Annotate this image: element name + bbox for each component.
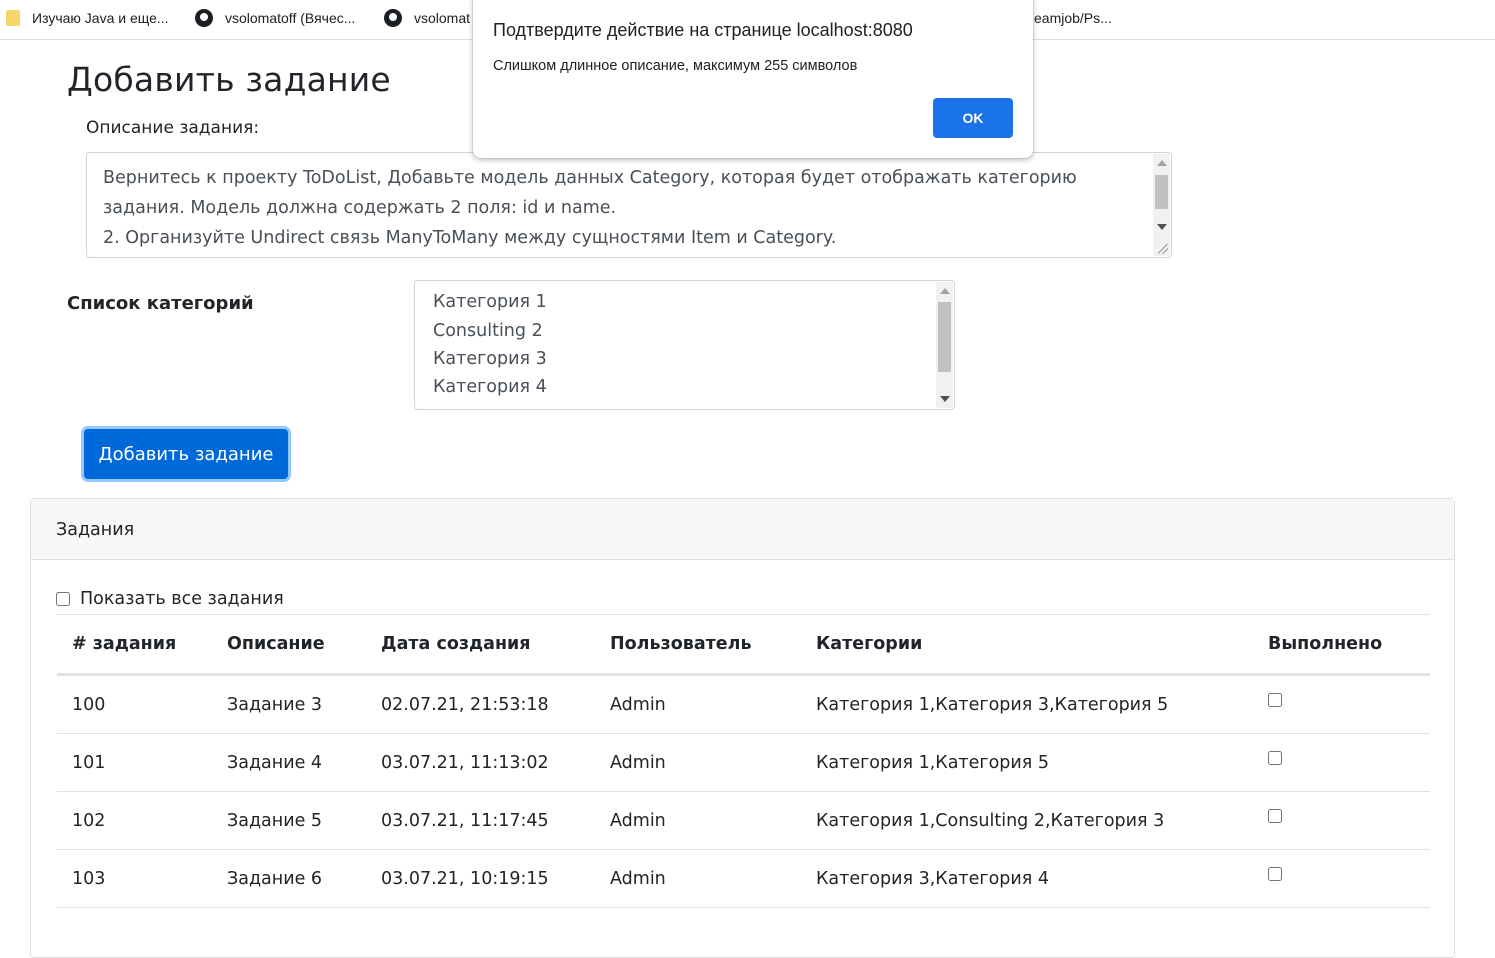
bookmark-label: vsolomat [414, 10, 471, 26]
category-option[interactable]: Consulting 2 [433, 321, 543, 341]
task-done-checkbox[interactable] [1268, 692, 1282, 707]
task-done-checkbox[interactable] [1268, 750, 1282, 765]
page-title: Добавить задание [67, 60, 391, 99]
task-user: Admin [595, 674, 801, 734]
description-text: Вернитесь к проекту ToDoList, Добавьте м… [103, 168, 1077, 248]
column-header-categories: Категории [801, 614, 1253, 676]
categories-label: Список категорий [67, 293, 254, 314]
column-header-done: Выполнено [1253, 614, 1430, 676]
task-id: 100 [57, 674, 212, 734]
category-option[interactable]: Категория 3 [433, 349, 547, 369]
card-header: Задания [31, 499, 1454, 560]
bookmark-github-1[interactable]: vsolomatoff (Вячес... [195, 8, 355, 28]
task-description: Задание 4 [212, 733, 366, 792]
scroll-thumb[interactable] [938, 302, 951, 372]
task-id: 102 [57, 791, 212, 850]
scroll-up-icon[interactable] [940, 288, 950, 294]
task-done-cell [1253, 674, 1430, 734]
categories-select[interactable]: Категория 1 Consulting 2 Категория 3 Кат… [414, 280, 955, 410]
bookmark-label: Изучаю Java и еще... [32, 10, 169, 26]
github-icon [384, 9, 402, 27]
task-categories: Категория 1,Категория 5 [801, 733, 1253, 792]
scroll-up-icon[interactable] [1157, 160, 1167, 166]
tasks-table: # задания Описание Дата создания Пользов… [57, 614, 1430, 908]
task-description: Задание 6 [212, 849, 366, 908]
column-header-description: Описание [212, 614, 366, 676]
column-header-id: # задания [57, 614, 212, 676]
show-all-toggle[interactable]: Показать все задания [56, 589, 284, 609]
task-description: Задание 5 [212, 791, 366, 850]
ok-button[interactable]: OK [933, 98, 1013, 138]
task-created: 03.07.21, 10:19:15 [366, 849, 595, 908]
categories-scrollbar[interactable] [936, 282, 953, 408]
task-id: 103 [57, 849, 212, 908]
show-all-label: Показать все задания [80, 589, 284, 609]
table-row: 101 Задание 4 03.07.21, 11:13:02 Admin К… [57, 733, 1430, 792]
column-header-user: Пользователь [595, 614, 801, 676]
task-description: Задание 3 [212, 674, 366, 734]
description-scrollbar[interactable] [1153, 154, 1170, 256]
scroll-down-icon[interactable] [1157, 224, 1167, 230]
table-row: 103 Задание 6 03.07.21, 10:19:15 Admin К… [57, 849, 1430, 908]
category-option[interactable]: Категория 1 [433, 292, 547, 312]
bookmark-label: eamjob/Ps... [1034, 10, 1112, 26]
resize-grip-icon[interactable] [1158, 244, 1168, 254]
task-done-cell [1253, 733, 1430, 792]
task-categories: Категория 3,Категория 4 [801, 849, 1253, 908]
task-done-cell [1253, 849, 1430, 908]
task-id: 101 [57, 733, 212, 792]
task-user: Admin [595, 733, 801, 792]
category-option[interactable]: Категория 4 [433, 377, 547, 397]
task-created: 03.07.21, 11:17:45 [366, 791, 595, 850]
scroll-thumb[interactable] [1155, 175, 1168, 209]
show-all-checkbox[interactable] [56, 592, 70, 606]
dialog-title: Подтвердите действие на странице localho… [493, 20, 913, 40]
bookmark-other[interactable]: eamjob/Ps... [1034, 8, 1112, 28]
add-task-button[interactable]: Добавить задание [84, 429, 288, 479]
bookmark-folder[interactable]: Изучаю Java и еще... [6, 8, 169, 28]
tasks-card: Задания Показать все задания # задания О… [30, 498, 1455, 958]
scroll-down-icon[interactable] [940, 396, 950, 402]
task-done-checkbox[interactable] [1268, 808, 1282, 823]
table-row: 102 Задание 5 03.07.21, 11:17:45 Admin К… [57, 791, 1430, 850]
github-icon [195, 9, 213, 27]
bookmark-label: vsolomatoff (Вячес... [225, 10, 356, 26]
task-categories: Категория 1,Категория 3,Категория 5 [801, 674, 1253, 734]
table-header-row: # задания Описание Дата создания Пользов… [57, 614, 1430, 676]
dialog-message: Слишком длинное описание, максимум 255 с… [493, 58, 858, 74]
folder-icon [6, 10, 20, 26]
task-done-checkbox[interactable] [1268, 866, 1282, 881]
task-user: Admin [595, 849, 801, 908]
task-created: 02.07.21, 21:53:18 [366, 674, 595, 734]
column-header-created: Дата создания [366, 614, 595, 676]
confirm-dialog: Подтвердите действие на странице localho… [473, 0, 1033, 158]
card-title: Задания [56, 520, 135, 540]
bookmark-github-2[interactable]: vsolomat [384, 8, 470, 28]
table-row: 100 Задание 3 02.07.21, 21:53:18 Admin К… [57, 674, 1430, 734]
task-user: Admin [595, 791, 801, 850]
task-created: 03.07.21, 11:13:02 [366, 733, 595, 792]
description-textarea[interactable]: Вернитесь к проекту ToDoList, Добавьте м… [86, 152, 1172, 258]
task-done-cell [1253, 791, 1430, 850]
task-categories: Категория 1,Consulting 2,Категория 3 [801, 791, 1253, 850]
description-label: Описание задания: [86, 118, 260, 138]
